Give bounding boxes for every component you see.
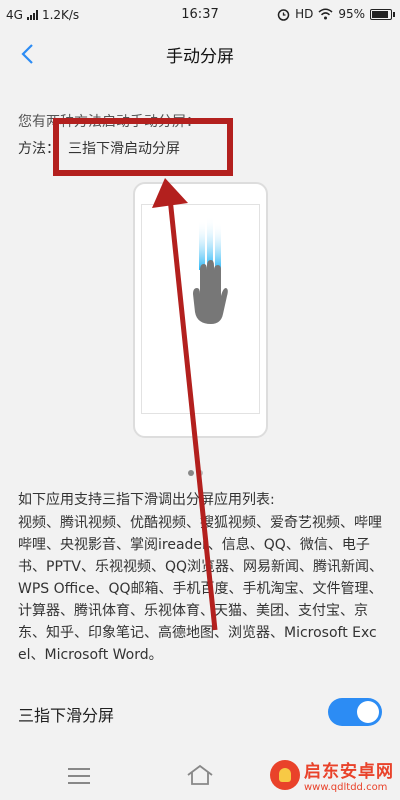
app-header: 手动分屏 [0,30,400,76]
carousel-dot [197,470,203,476]
three-finger-split-label: 三指下滑分屏 [18,706,115,725]
menu-icon[interactable] [68,768,90,784]
watermark-text: 启东安卓网 www.qdltdd.com [304,757,394,793]
three-finger-split-row[interactable]: 三指下滑分屏 [0,686,400,738]
intro-text: 您有两种方法启动手动分屏： [18,114,200,130]
content-area: 您有两种方法启动手动分屏： 方法： 三指下滑启动分屏 如下应用支持三指下滑调出分屏… [0,76,400,676]
supported-apps-title: 如下应用支持三指下滑调出分屏应用列表: [18,492,275,508]
site-watermark: 启东安卓网 www.qdltdd.com [270,757,394,793]
toggle-knob [357,701,379,723]
method-line: 方法： 三指下滑启动分屏 [18,138,180,158]
carousel-indicator [188,470,203,476]
alarm-icon [277,8,290,21]
status-right: HD 95% [277,7,395,21]
wifi-icon [318,8,333,20]
method-value: 三指下滑启动分屏 [68,141,180,157]
hd-indicator: HD [295,7,314,21]
battery-icon [370,8,395,20]
method-label: 方法： [18,141,60,157]
watermark-logo-icon [270,760,300,790]
carousel-dot [188,470,194,476]
page-title: 手动分屏 [166,47,234,67]
watermark-name: 启东安卓网 [304,762,394,782]
three-finger-swipe-icon [193,216,228,324]
status-bar: 4G 1.2K/s 16:37 HD 95% [0,0,400,30]
watermark-url: www.qdltdd.com [304,782,388,793]
supported-apps-list: 视频、腾讯视频、优酷视频、搜狐视频、爱奇艺视频、哔哩哔哩、央视影音、掌阅irea… [18,515,384,663]
three-finger-split-toggle[interactable] [328,698,382,726]
home-icon[interactable] [186,764,214,786]
battery-percent: 95% [338,7,365,21]
phone-illustration [133,182,268,438]
